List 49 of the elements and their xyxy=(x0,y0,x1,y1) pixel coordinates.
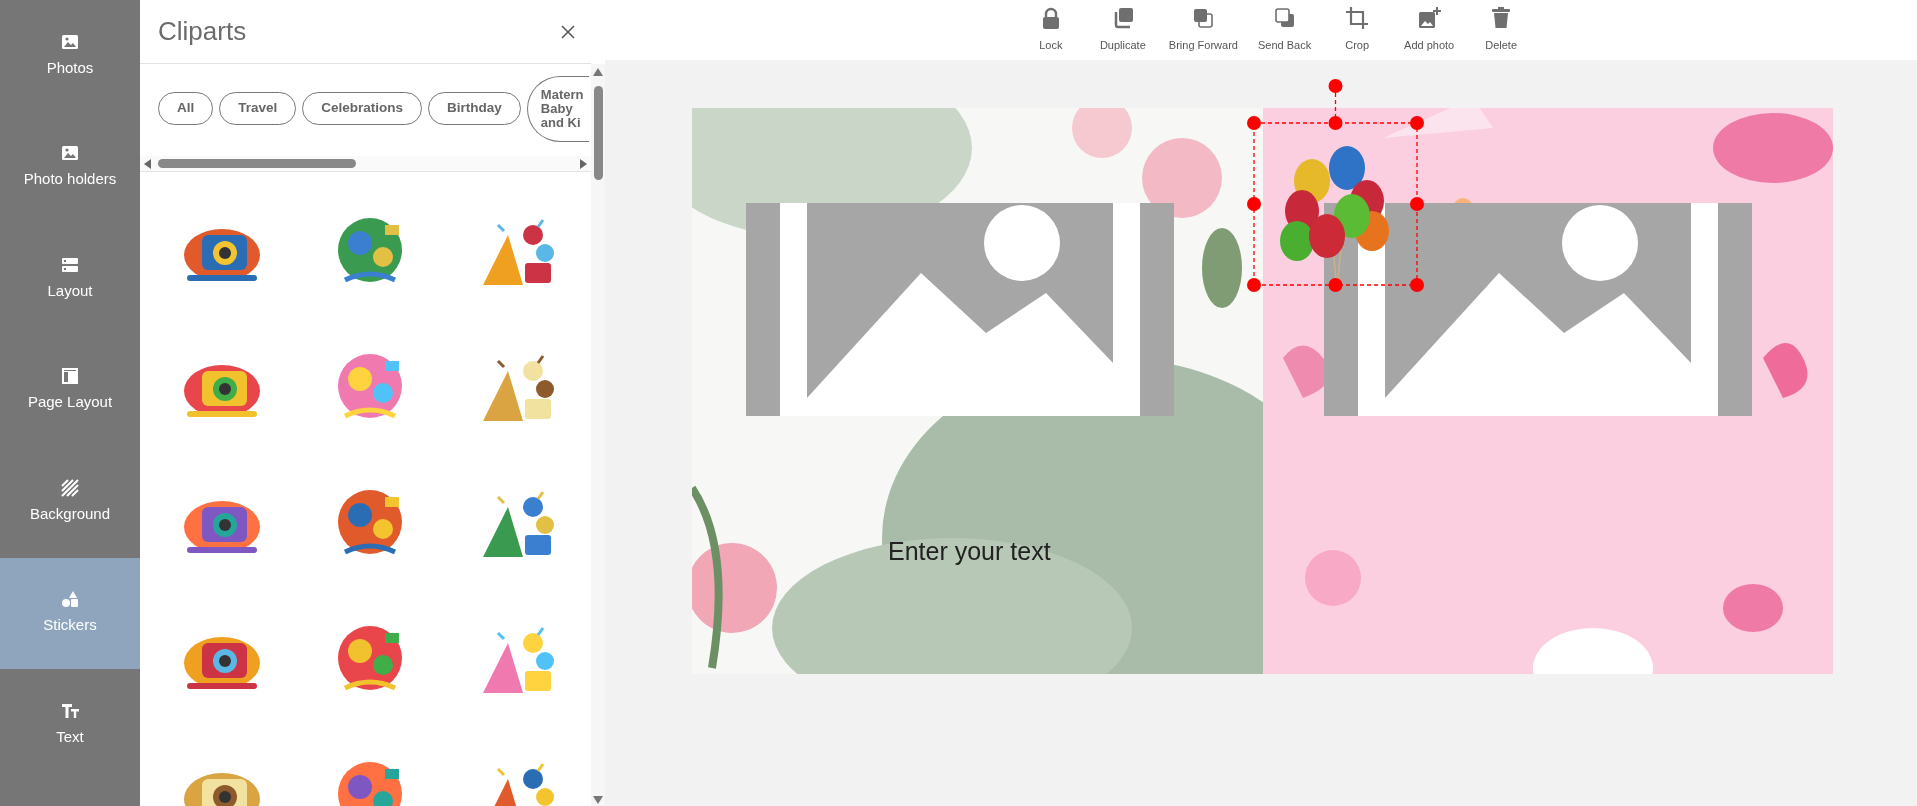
sidebar-item[interactable]: Background xyxy=(0,446,140,558)
diagonal-stripes-icon xyxy=(61,478,79,497)
panel-title: Cliparts xyxy=(158,15,247,48)
scroll-down-icon[interactable] xyxy=(593,796,603,804)
toolbar-button[interactable]: Duplicate xyxy=(1092,0,1153,60)
resize-handle[interactable] xyxy=(1410,278,1424,292)
text-icon xyxy=(61,701,79,720)
resize-handle[interactable] xyxy=(1328,278,1343,292)
resize-handle[interactable] xyxy=(1247,278,1261,292)
photo-icon xyxy=(61,32,79,51)
shapes-icon xyxy=(61,590,79,608)
toolbar-button[interactable]: Crop xyxy=(1327,0,1388,60)
category-chip[interactable]: Birthday xyxy=(428,92,521,125)
sidebar-item[interactable]: Text xyxy=(0,669,140,781)
toolbar-button[interactable]: Delete xyxy=(1471,0,1532,60)
sidebar-item[interactable]: Page Layout xyxy=(0,334,140,446)
scrollbar-thumb[interactable] xyxy=(158,159,356,168)
close-icon[interactable] xyxy=(561,24,575,39)
layout-icon xyxy=(61,255,79,274)
sidebar-item[interactable]: Photo holders xyxy=(0,111,140,223)
resize-handle[interactable] xyxy=(1247,197,1261,211)
scroll-left-icon[interactable] xyxy=(144,158,152,169)
page-layout-icon xyxy=(61,367,79,385)
rotate-handle[interactable] xyxy=(1328,79,1343,93)
sidebar-item[interactable]: Photos xyxy=(0,0,140,112)
toolbar-button[interactable]: Lock xyxy=(1020,0,1081,60)
category-chip[interactable]: Travel xyxy=(219,92,297,125)
photo-placeholder[interactable] xyxy=(746,203,1174,416)
scroll-right-icon[interactable] xyxy=(579,158,587,169)
resize-handle[interactable] xyxy=(1410,197,1424,211)
toolbar-button[interactable]: Add photo xyxy=(1399,0,1460,60)
photo-placeholder[interactable] xyxy=(1323,203,1752,416)
send-back-icon xyxy=(1272,6,1297,30)
add-photo-icon xyxy=(1417,6,1442,30)
bring-forward-icon xyxy=(1191,6,1216,30)
toolbar-button[interactable]: Bring Forward xyxy=(1164,0,1242,60)
scroll-up-icon[interactable] xyxy=(593,68,603,76)
text-box[interactable]: Enter your text xyxy=(888,533,1051,571)
sidebar-item[interactable]: Layout xyxy=(0,223,140,335)
photo-icon xyxy=(61,144,79,162)
resize-handle[interactable] xyxy=(1410,116,1424,130)
crop-icon xyxy=(1345,6,1370,30)
category-chip[interactable]: All xyxy=(158,92,214,125)
category-chip[interactable]: Matern Baby and Ki xyxy=(526,76,589,142)
toolbar-button[interactable]: Send Back xyxy=(1253,0,1316,60)
category-chip[interactable]: Celebrations xyxy=(302,92,423,125)
resize-handle[interactable] xyxy=(1328,116,1343,130)
scrollbar-thumb[interactable] xyxy=(594,86,603,180)
resize-handle[interactable] xyxy=(1247,116,1261,130)
